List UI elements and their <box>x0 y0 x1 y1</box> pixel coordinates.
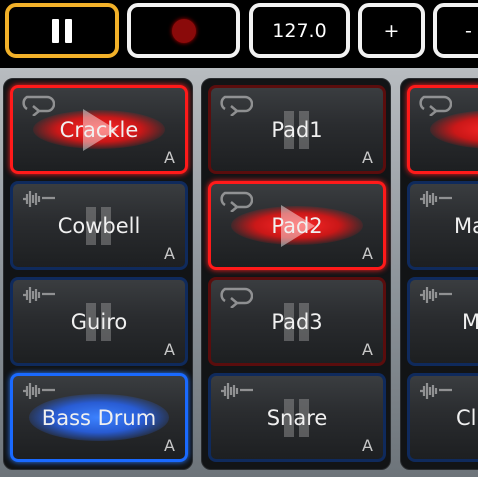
bpm-value: 127.0 <box>272 19 327 42</box>
pad-guiro[interactable]: Guiro A <box>10 277 188 366</box>
pad-snare[interactable]: Snare A <box>208 373 386 462</box>
pad-pad1[interactable]: Pad1 A <box>208 85 386 174</box>
pad-key: A <box>362 148 373 167</box>
pad-key: A <box>362 244 373 263</box>
pad-column-3-row-3[interactable]: M <box>407 277 478 366</box>
pad-label: Ma <box>454 213 478 238</box>
record-icon <box>171 18 196 43</box>
pad-column-3-row-1[interactable] <box>407 85 478 174</box>
app-root: 127.0 + - Crackle A Cowbell A Guiro A Ba… <box>0 0 478 477</box>
pad-label: Cl <box>456 405 477 430</box>
pad-label: Guiro <box>70 309 128 334</box>
pad-column-1: Crackle A Cowbell A Guiro A Bass Drum A <box>3 78 193 470</box>
pad-key: A <box>362 436 373 455</box>
pad-label: Pad2 <box>271 213 323 238</box>
pad-key: A <box>164 340 175 359</box>
pad-key: A <box>164 148 175 167</box>
bpm-display[interactable]: 127.0 <box>249 3 350 58</box>
pause-button[interactable] <box>5 3 119 58</box>
pad-label: M <box>410 280 478 363</box>
pad-key: A <box>362 340 373 359</box>
pad-cowbell[interactable]: Cowbell A <box>10 181 188 270</box>
pad-column-3-row-4[interactable]: Cl <box>407 373 478 462</box>
bpm-decrease-button[interactable]: - <box>433 3 478 58</box>
pad-key: A <box>164 244 175 263</box>
pad-label <box>410 88 478 171</box>
pad-pad2[interactable]: Pad2 A <box>208 181 386 270</box>
pad-label: Crackle <box>59 117 139 142</box>
pad-label: Pad3 <box>271 309 323 334</box>
pad-column-3: Ma M Cl <box>400 78 478 470</box>
pad-crackle[interactable]: Crackle A <box>10 85 188 174</box>
pad-label: Snare <box>266 405 328 430</box>
plus-label: + <box>383 19 400 42</box>
pad-key: A <box>164 436 175 455</box>
minus-label: - <box>465 19 472 42</box>
pad-bass-drum[interactable]: Bass Drum A <box>10 373 188 462</box>
pad-column-3-row-2[interactable]: Ma <box>407 181 478 270</box>
pad-board: Crackle A Cowbell A Guiro A Bass Drum A … <box>0 68 478 477</box>
pad-label: Cowbell <box>57 213 141 238</box>
bpm-increase-button[interactable]: + <box>358 3 425 58</box>
pad-label: Bass Drum <box>41 405 157 430</box>
pad-label: Pad1 <box>271 117 323 142</box>
pause-icon <box>52 18 72 43</box>
pad-column-2: Pad1 A Pad2 A Pad3 A Snare A <box>201 78 391 470</box>
pad-pad3[interactable]: Pad3 A <box>208 277 386 366</box>
record-button[interactable] <box>127 3 240 58</box>
